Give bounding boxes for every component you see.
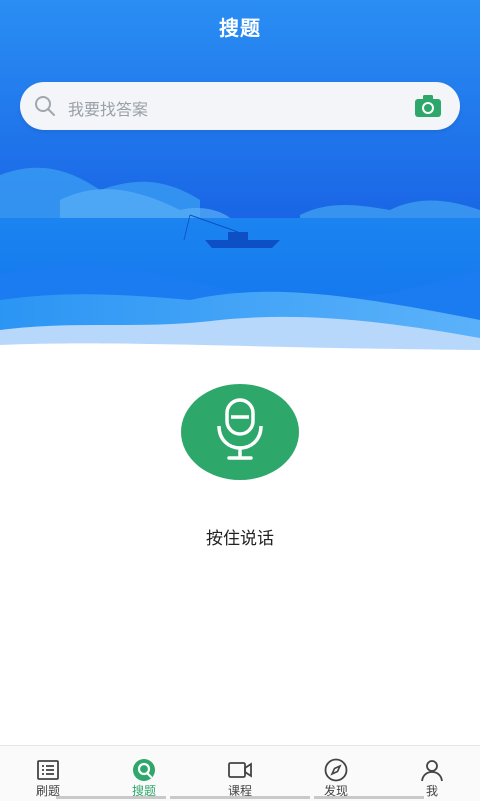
camera-icon[interactable] xyxy=(414,94,442,118)
page-title: 搜题 xyxy=(219,16,261,40)
search-icon xyxy=(35,96,55,116)
list-icon xyxy=(37,760,59,780)
hold-to-talk-label: 按住说话 xyxy=(206,529,274,549)
tab-search[interactable]: 搜题 xyxy=(96,746,192,801)
search-bar[interactable]: 我要找答案 xyxy=(20,82,460,130)
tab-practice[interactable]: 刷题 xyxy=(0,746,96,801)
voice-record-button[interactable] xyxy=(181,384,299,480)
person-icon xyxy=(421,760,443,782)
lake-illustration xyxy=(0,0,480,360)
search-placeholder: 我要找答案 xyxy=(68,100,149,119)
hero-banner xyxy=(0,0,480,360)
tab-courses[interactable]: 课程 xyxy=(192,746,288,801)
gesture-indicator xyxy=(170,796,310,799)
microphone-icon xyxy=(217,398,263,460)
tab-me[interactable]: 我 xyxy=(384,746,480,801)
tab-discover[interactable]: 发现 xyxy=(288,746,384,801)
compass-icon xyxy=(324,758,348,782)
search-bubble-icon xyxy=(133,759,155,781)
gesture-indicator xyxy=(314,796,424,799)
gesture-indicator xyxy=(56,796,166,799)
bottom-tab-bar: 刷题 搜题 课程 发现 我 xyxy=(0,745,480,801)
video-camera-icon xyxy=(228,762,252,778)
